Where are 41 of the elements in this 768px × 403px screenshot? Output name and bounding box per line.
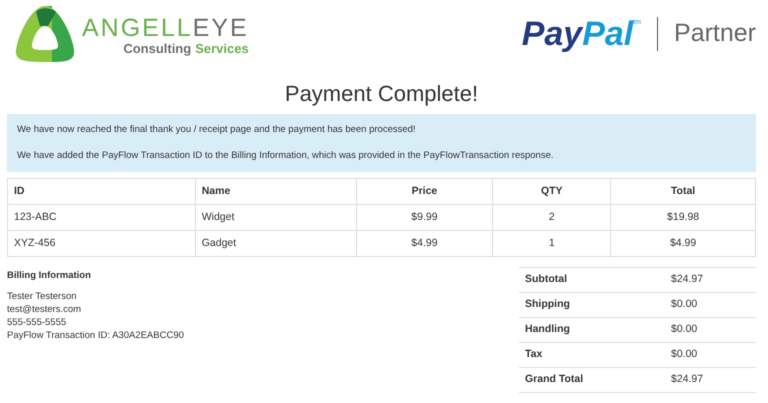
alert-message: We have added the PayFlow Transaction ID to the Billing Information, which was provided in the PayFlowTransaction response.	[17, 149, 554, 163]
logo-icon	[14, 4, 76, 64]
table-cell: $9.99	[356, 204, 493, 230]
table-cell: XYZ-456	[8, 230, 196, 256]
table-cell: Widget	[195, 204, 356, 230]
table-cell: 2	[492, 204, 611, 230]
billing-heading: Billing Information	[7, 269, 92, 282]
page-title: Payment Complete!	[284, 80, 480, 108]
totals-value: $0.00	[665, 318, 756, 342]
alert-message: We have now reached the final thank you / receipt page and the payment has been processed!	[17, 123, 417, 137]
table-cell: $4.99	[356, 230, 493, 256]
table-cell: Gadget	[195, 230, 356, 256]
totals-value: $0.00	[665, 292, 756, 318]
totals-label: Subtotal	[519, 268, 665, 292]
totals-label: Shipping	[519, 292, 665, 318]
totals-value: $24.97	[665, 268, 756, 292]
column-header: Price	[356, 178, 493, 204]
totals-value: $0.00	[665, 342, 756, 368]
paypal-logo-text: Pal	[582, 17, 634, 51]
totals-label: Grand Total	[519, 368, 665, 392]
billing-line: Tester Testerson	[7, 290, 78, 303]
table-cell: $19.98	[610, 204, 756, 230]
billing-line: 555-555-5555	[7, 316, 68, 329]
totals-label: Handling	[519, 318, 665, 342]
totals-value: $24.97	[665, 368, 756, 392]
column-header: QTY	[492, 178, 611, 204]
column-header: Total	[610, 178, 756, 204]
totals-label: Tax	[519, 342, 665, 368]
logo-tagline: Services	[195, 42, 249, 54]
table-cell: $4.99	[610, 230, 756, 256]
table-cell: 1	[492, 230, 611, 256]
logo-text: ANGELL	[82, 14, 193, 42]
paypal-logo-text: Pay	[522, 17, 582, 51]
logo-tagline: Consulting	[123, 42, 192, 54]
table-cell: 123-ABC	[8, 204, 196, 230]
logo-text: EYE	[192, 14, 249, 42]
column-header: ID	[8, 178, 196, 204]
billing-line: PayFlow Transaction ID: A30A2EABCC90	[7, 329, 184, 342]
partner-label: Partner	[674, 18, 756, 50]
column-header: Name	[195, 178, 356, 204]
billing-line: test@testers.com	[7, 303, 82, 316]
